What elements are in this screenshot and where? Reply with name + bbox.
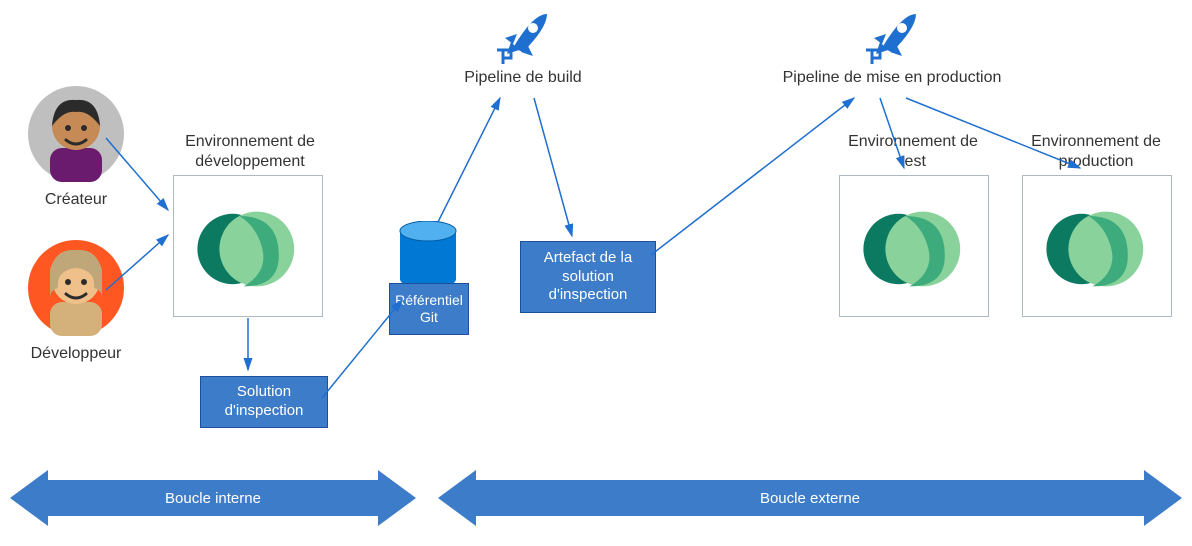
- arrows-layer: [0, 0, 1192, 546]
